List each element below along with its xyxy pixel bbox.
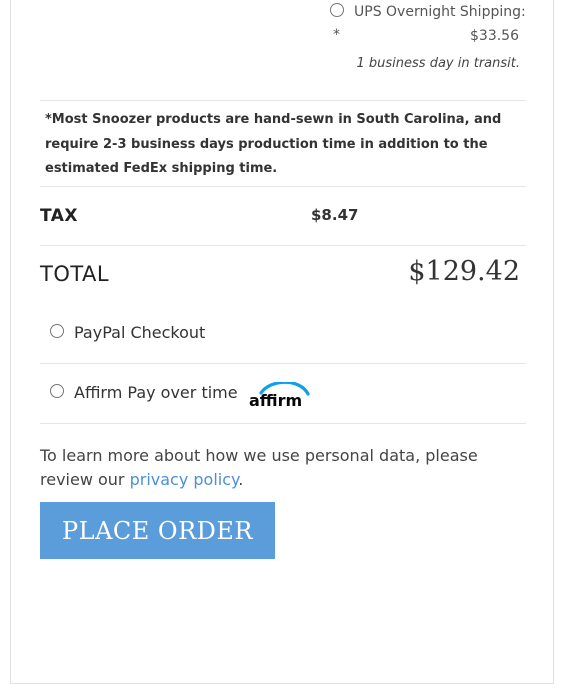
shipping-transit-time: 1 business day in transit. — [356, 56, 520, 71]
shipping-option-price: $33.56 — [470, 28, 519, 44]
affirm-logo-icon: affirm — [249, 382, 310, 408]
shipping-radio[interactable] — [330, 3, 344, 17]
total-label: TOTAL — [40, 262, 110, 286]
paypal-label[interactable]: PayPal Checkout — [74, 323, 205, 342]
shipping-option-label: UPS Overnight Shipping: — [354, 4, 526, 20]
privacy-policy-link[interactable]: privacy policy — [130, 470, 239, 489]
tax-label: TAX — [40, 206, 79, 226]
tax-value: $8.47 — [311, 206, 359, 224]
affirm-radio[interactable] — [50, 384, 64, 398]
svg-text:affirm: affirm — [249, 391, 302, 408]
total-value: $129.42 — [408, 256, 520, 287]
divider — [40, 245, 526, 246]
affirm-label[interactable]: Affirm Pay over time — [74, 383, 238, 402]
place-order-button[interactable]: PLACE ORDER — [40, 502, 275, 559]
shipping-option-marker: * — [333, 27, 340, 43]
paypal-radio[interactable] — [50, 324, 64, 338]
divider — [40, 363, 526, 364]
production-note: *Most Snoozer products are hand-sewn in … — [45, 112, 502, 176]
divider — [40, 100, 526, 101]
divider — [40, 423, 526, 424]
privacy-notice: To learn more about how we use personal … — [40, 446, 478, 489]
divider — [40, 186, 526, 187]
checkout-panel — [10, 0, 554, 684]
